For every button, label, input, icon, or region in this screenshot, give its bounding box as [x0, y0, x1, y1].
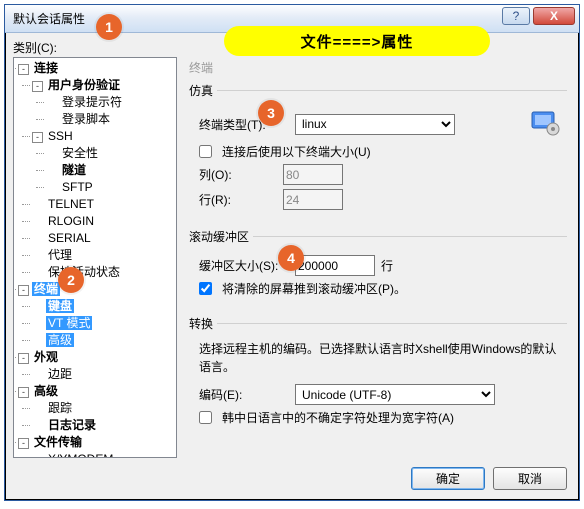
tree-ssh[interactable]: SSH [46, 129, 75, 143]
settings-pane: 终端 仿真 终端类型(T): linux [185, 57, 571, 458]
tree-margin[interactable]: 边距 [46, 367, 74, 381]
tree-appearance[interactable]: 外观 [32, 350, 60, 364]
encoding-select[interactable]: Unicode (UTF-8) [295, 384, 495, 405]
cjk-wide-checkbox[interactable] [199, 411, 212, 424]
annotation-banner: 文件====>属性 [224, 26, 490, 56]
annotation-badge-3: 3 [258, 100, 284, 126]
expand-icon[interactable]: - [32, 81, 43, 92]
terminal-type-select[interactable]: linux [295, 114, 455, 135]
expand-icon[interactable]: - [18, 64, 29, 75]
annotation-badge-2: 2 [58, 267, 84, 293]
use-terminal-size-label: 连接后使用以下终端大小(U) [222, 143, 371, 160]
tree-rlogin[interactable]: RLOGIN [46, 214, 96, 228]
tree-advanced[interactable]: 高级 [46, 333, 74, 347]
category-tree[interactable]: -连接 -用户身份验证 登录提示符 登录脚本 -SSH 安全性 隧道 [13, 57, 177, 458]
tree-vtmode[interactable]: VT 模式 [46, 316, 92, 330]
dialog-title: 默认会话属性 [13, 10, 85, 27]
tree-telnet[interactable]: TELNET [46, 197, 96, 211]
category-label: 类别(C): [13, 39, 57, 56]
tree-loginprompt[interactable]: 登录提示符 [60, 95, 124, 109]
tree-auth[interactable]: 用户身份验证 [46, 78, 122, 92]
expand-icon[interactable]: - [32, 132, 43, 143]
use-terminal-size-checkbox[interactable] [199, 145, 212, 158]
encoding-desc: 选择远程主机的编码。已选择默认语言时Xshell使用Windows的默认语言。 [199, 340, 563, 376]
cjk-wide-label: 韩中日语言中的不确定字符处理为宽字符(A) [222, 409, 454, 426]
tree-trace[interactable]: 跟踪 [46, 401, 74, 415]
tree-serial[interactable]: SERIAL [46, 231, 93, 245]
tree-loginscript[interactable]: 登录脚本 [60, 112, 112, 126]
tree-tunnel[interactable]: 隧道 [60, 163, 88, 177]
tree-terminal[interactable]: 终端 [32, 282, 60, 296]
push-clear-label: 将清除的屏幕推到滚动缓冲区(P)。 [222, 280, 406, 297]
tree-logging[interactable]: 日志记录 [46, 418, 98, 432]
tree-security[interactable]: 安全性 [60, 146, 100, 160]
buffer-size-input[interactable] [295, 255, 375, 276]
push-clear-checkbox[interactable] [199, 282, 212, 295]
terminal-settings-icon[interactable] [529, 109, 563, 139]
cancel-button[interactable]: 取消 [493, 467, 567, 490]
ok-button[interactable]: 确定 [411, 467, 485, 490]
group-encoding: 转换 [189, 315, 217, 332]
tree-sftp[interactable]: SFTP [60, 180, 95, 194]
help-button[interactable]: ? [502, 7, 530, 25]
buffer-size-label: 缓冲区大小(S): [199, 257, 289, 274]
tree-connection[interactable]: 连接 [32, 61, 60, 75]
cols-input [283, 164, 343, 185]
group-emulation: 仿真 [189, 82, 217, 99]
close-button[interactable]: X [533, 7, 575, 25]
expand-icon[interactable]: - [18, 285, 29, 296]
annotation-badge-1: 1 [96, 14, 122, 40]
tree-keyboard[interactable]: 键盘 [46, 299, 74, 313]
pane-title: 终端 [185, 57, 571, 80]
cols-label: 列(O): [199, 166, 277, 183]
tree-filetrans[interactable]: 文件传输 [32, 435, 84, 449]
rows-label: 行(R): [199, 191, 277, 208]
encoding-label: 编码(E): [199, 386, 289, 403]
tree-advanced2[interactable]: 高级 [32, 384, 60, 398]
buffer-size-unit: 行 [381, 257, 393, 274]
tree-proxy[interactable]: 代理 [46, 248, 74, 262]
expand-icon[interactable]: - [18, 387, 29, 398]
rows-input [283, 189, 343, 210]
expand-icon[interactable]: - [18, 438, 29, 449]
tree-xymodem[interactable]: X/YMODEM [46, 452, 115, 458]
annotation-badge-4: 4 [278, 245, 304, 271]
expand-icon[interactable]: - [18, 353, 29, 364]
group-scroll: 滚动缓冲区 [189, 228, 253, 245]
